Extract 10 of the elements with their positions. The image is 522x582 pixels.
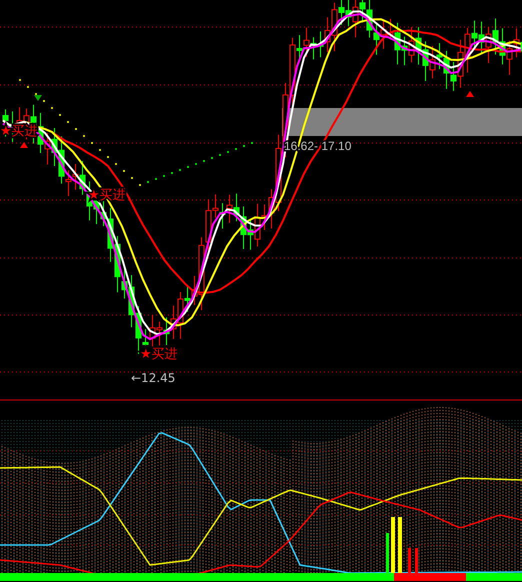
triangle-down-icon bbox=[34, 95, 42, 101]
signal-bar bbox=[415, 548, 418, 573]
triangle-up-icon bbox=[20, 142, 28, 148]
low-price-label: ←12.45 bbox=[131, 371, 176, 385]
buy-signal-label: ★买进 bbox=[140, 347, 178, 362]
signal-bar bbox=[386, 533, 389, 573]
signal-bar bbox=[391, 517, 395, 573]
triangle-up-icon bbox=[466, 91, 474, 97]
signal-bar bbox=[408, 548, 411, 573]
signal-bar bbox=[398, 517, 402, 573]
